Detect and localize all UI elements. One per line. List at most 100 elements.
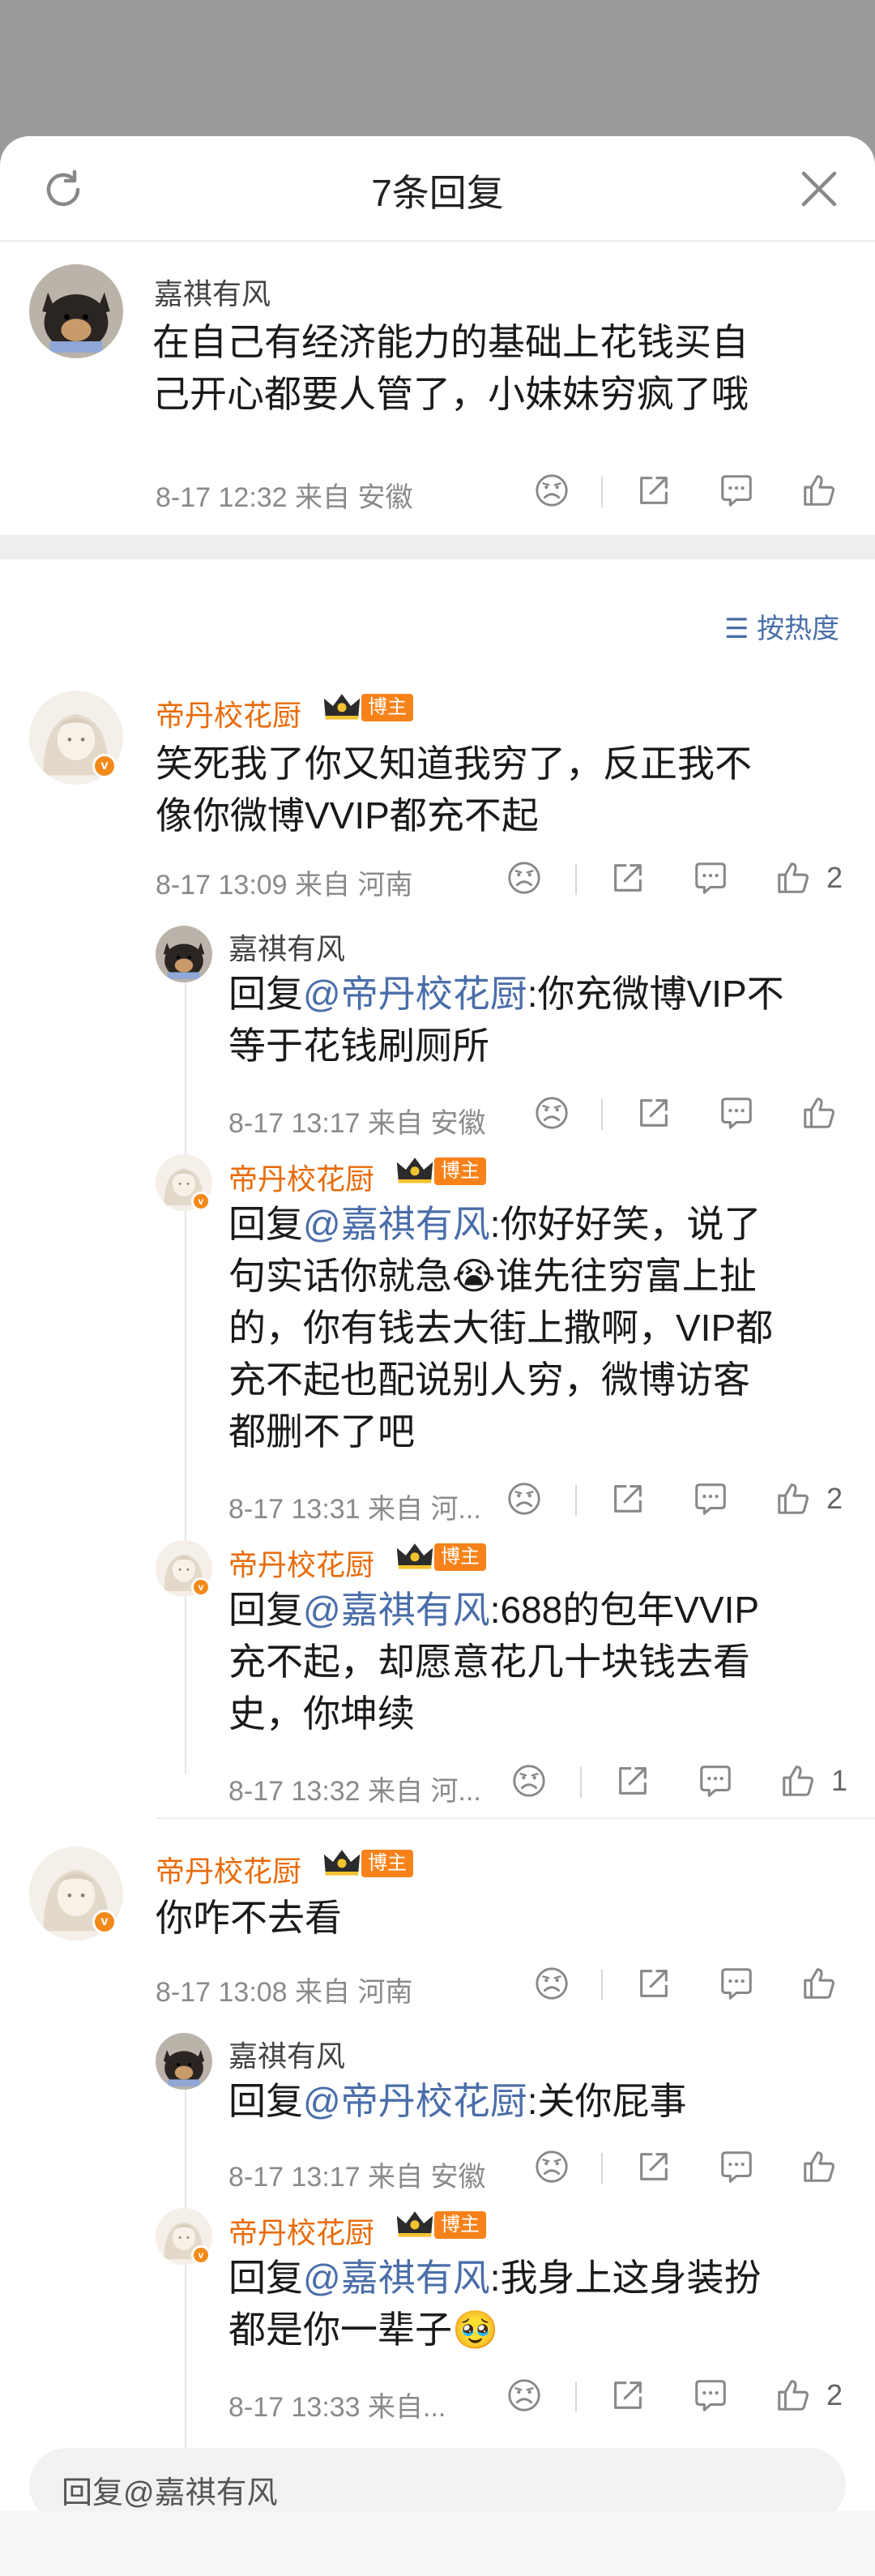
share-icon[interactable] — [635, 1965, 676, 2005]
action-bar: 2 — [502, 859, 851, 900]
verified-badge: v — [191, 1577, 211, 1597]
dislike-icon[interactable] — [506, 1480, 546, 1521]
reply-meta: 8-17 13:31 来自 河... — [228, 1494, 481, 1525]
avatar[interactable] — [29, 264, 123, 358]
sort-icon: ☰ — [724, 614, 749, 644]
action-bar: 2 — [502, 2377, 851, 2417]
blogger-badge: 博主 — [434, 2211, 486, 2239]
sheet-header: 7条回复 — [0, 136, 875, 242]
dislike-icon[interactable] — [533, 472, 574, 512]
like-count: 2 — [826, 1482, 843, 1515]
avatar[interactable] — [156, 2033, 212, 2090]
like-icon[interactable] — [800, 1965, 841, 2005]
comment-icon[interactable] — [718, 1094, 758, 1135]
comment-icon[interactable] — [692, 1480, 732, 1521]
author-name[interactable]: 嘉祺有风 — [228, 2033, 345, 2075]
like-icon[interactable] — [775, 859, 815, 900]
like-icon[interactable] — [800, 472, 841, 512]
reply-prefix: 回复 — [228, 2080, 303, 2122]
share-icon[interactable] — [635, 472, 676, 512]
like-count: 1 — [831, 1764, 848, 1797]
author-name[interactable]: 帝丹校花厨 — [228, 1156, 374, 1198]
thread-line — [185, 947, 186, 1774]
like-icon[interactable] — [779, 1762, 820, 1803]
like-count: 2 — [826, 861, 843, 894]
like-icon[interactable] — [775, 1480, 815, 1521]
divider — [156, 1817, 875, 1819]
verified-badge: v — [92, 1910, 117, 1934]
share-icon[interactable] — [635, 2148, 676, 2189]
share-icon[interactable] — [609, 2377, 650, 2417]
mention-link[interactable]: @嘉祺有风 — [303, 2257, 490, 2299]
comment-icon[interactable] — [718, 2148, 758, 2189]
comment-icon[interactable] — [718, 472, 758, 512]
share-icon[interactable] — [614, 1762, 655, 1803]
share-icon[interactable] — [609, 859, 650, 900]
separator — [575, 2381, 577, 2412]
reply-text: 回复@嘉祺有风:我身上这身装扮 都是你一辈子🥹 — [228, 2252, 761, 2356]
comment-meta: 8-17 13:08 来自 河南 — [156, 1977, 413, 2008]
crown-icon — [322, 1846, 361, 1877]
verified-badge: v — [92, 754, 117, 778]
action-bar — [527, 2148, 843, 2189]
author-name[interactable]: 嘉祺有风 — [154, 271, 271, 313]
action-bar: 2 — [502, 1480, 851, 1521]
comment-icon[interactable] — [692, 2377, 732, 2417]
author-name[interactable]: 帝丹校花厨 — [228, 1542, 374, 1584]
comment-icon[interactable] — [692, 859, 732, 900]
section-divider — [0, 535, 875, 559]
reply-text-line: :关你屁事 — [527, 2080, 687, 2122]
comment-text-line: 笑死我了你又知道我穷了，反正我不 — [156, 742, 752, 785]
sort-toggle[interactable]: ☰ 按热度 — [724, 606, 839, 646]
mention-link[interactable]: @嘉祺有风 — [303, 1203, 490, 1245]
verified-badge: v — [191, 1192, 211, 1211]
comment-meta: 8-17 12:32 来自 安徽 — [156, 482, 413, 513]
comment-icon[interactable] — [697, 1762, 737, 1803]
author-name[interactable]: 嘉祺有风 — [228, 926, 345, 968]
like-icon[interactable] — [800, 2148, 841, 2189]
reply-meta: 8-17 13:33 来自... — [228, 2392, 446, 2423]
mention-link[interactable]: @帝丹校花厨 — [303, 2080, 527, 2122]
comment-text: 笑死我了你又知道我穷了，反正我不 像你微博VVIP都充不起 — [156, 738, 752, 841]
comment-text-line: 像你微博VVIP都充不起 — [156, 794, 539, 837]
share-icon[interactable] — [609, 1480, 650, 1521]
dislike-icon[interactable] — [533, 2148, 574, 2189]
crown-icon — [395, 1540, 434, 1571]
author-name[interactable]: 帝丹校花厨 — [228, 2210, 374, 2252]
reply-text-line: :688的包年VVIP — [489, 1589, 760, 1631]
like-icon[interactable] — [775, 2377, 815, 2417]
thread-line — [185, 2054, 186, 2475]
separator — [575, 1485, 577, 1516]
action-bar: 1 — [507, 1762, 856, 1803]
dislike-icon[interactable] — [506, 2377, 546, 2417]
dislike-icon[interactable] — [533, 1094, 574, 1135]
like-count: 2 — [826, 2378, 843, 2411]
avatar[interactable] — [156, 926, 212, 982]
sheet-title: 7条回复 — [371, 172, 504, 214]
reply-prefix: 回复 — [228, 973, 303, 1015]
comment-text: 你咋不去看 — [156, 1892, 342, 1944]
reply-text-line: :你好好笑，说了 — [489, 1203, 762, 1245]
dislike-icon[interactable] — [506, 859, 546, 900]
like-icon[interactable] — [800, 1094, 841, 1135]
reply-text-line: 充不起也配说别人穷，微博访客 — [228, 1359, 750, 1401]
reply-text: 回复@嘉祺有风:688的包年VVIP 充不起，却愿意花几十块钱去看 史，你坤续 — [228, 1584, 759, 1739]
reply-text: 回复@嘉祺有风:你好好笑，说了 句实话你就急😭谁先往穷富上扯 的，你有钱去大街上… — [228, 1198, 773, 1457]
share-icon[interactable] — [635, 1094, 676, 1135]
dislike-icon[interactable] — [510, 1762, 551, 1803]
reply-prefix: 回复 — [228, 2257, 303, 2299]
blogger-badge: 博主 — [434, 1157, 486, 1185]
mention-link[interactable]: @帝丹校花厨 — [303, 973, 527, 1015]
crown-icon — [395, 1154, 434, 1185]
comment-icon[interactable] — [718, 1965, 758, 2005]
mention-link[interactable]: @嘉祺有风 — [303, 1589, 490, 1631]
dislike-icon[interactable] — [533, 1965, 574, 2005]
author-name[interactable]: 帝丹校花厨 — [156, 1848, 301, 1890]
verified-badge: v — [191, 2245, 211, 2265]
reply-text-line: 等于花钱刷厕所 — [228, 1025, 489, 1067]
author-name[interactable]: 帝丹校花厨 — [156, 692, 301, 734]
reply-text-line: 史，你坤续 — [228, 1692, 415, 1735]
reply-meta: 8-17 13:17 来自 安徽 — [228, 2162, 486, 2193]
comment-text: 在自己有经济能力的基础上花钱买自 己开心都要人管了，小妹妹穷疯了哦 — [152, 316, 749, 420]
close-icon[interactable] — [799, 169, 839, 209]
